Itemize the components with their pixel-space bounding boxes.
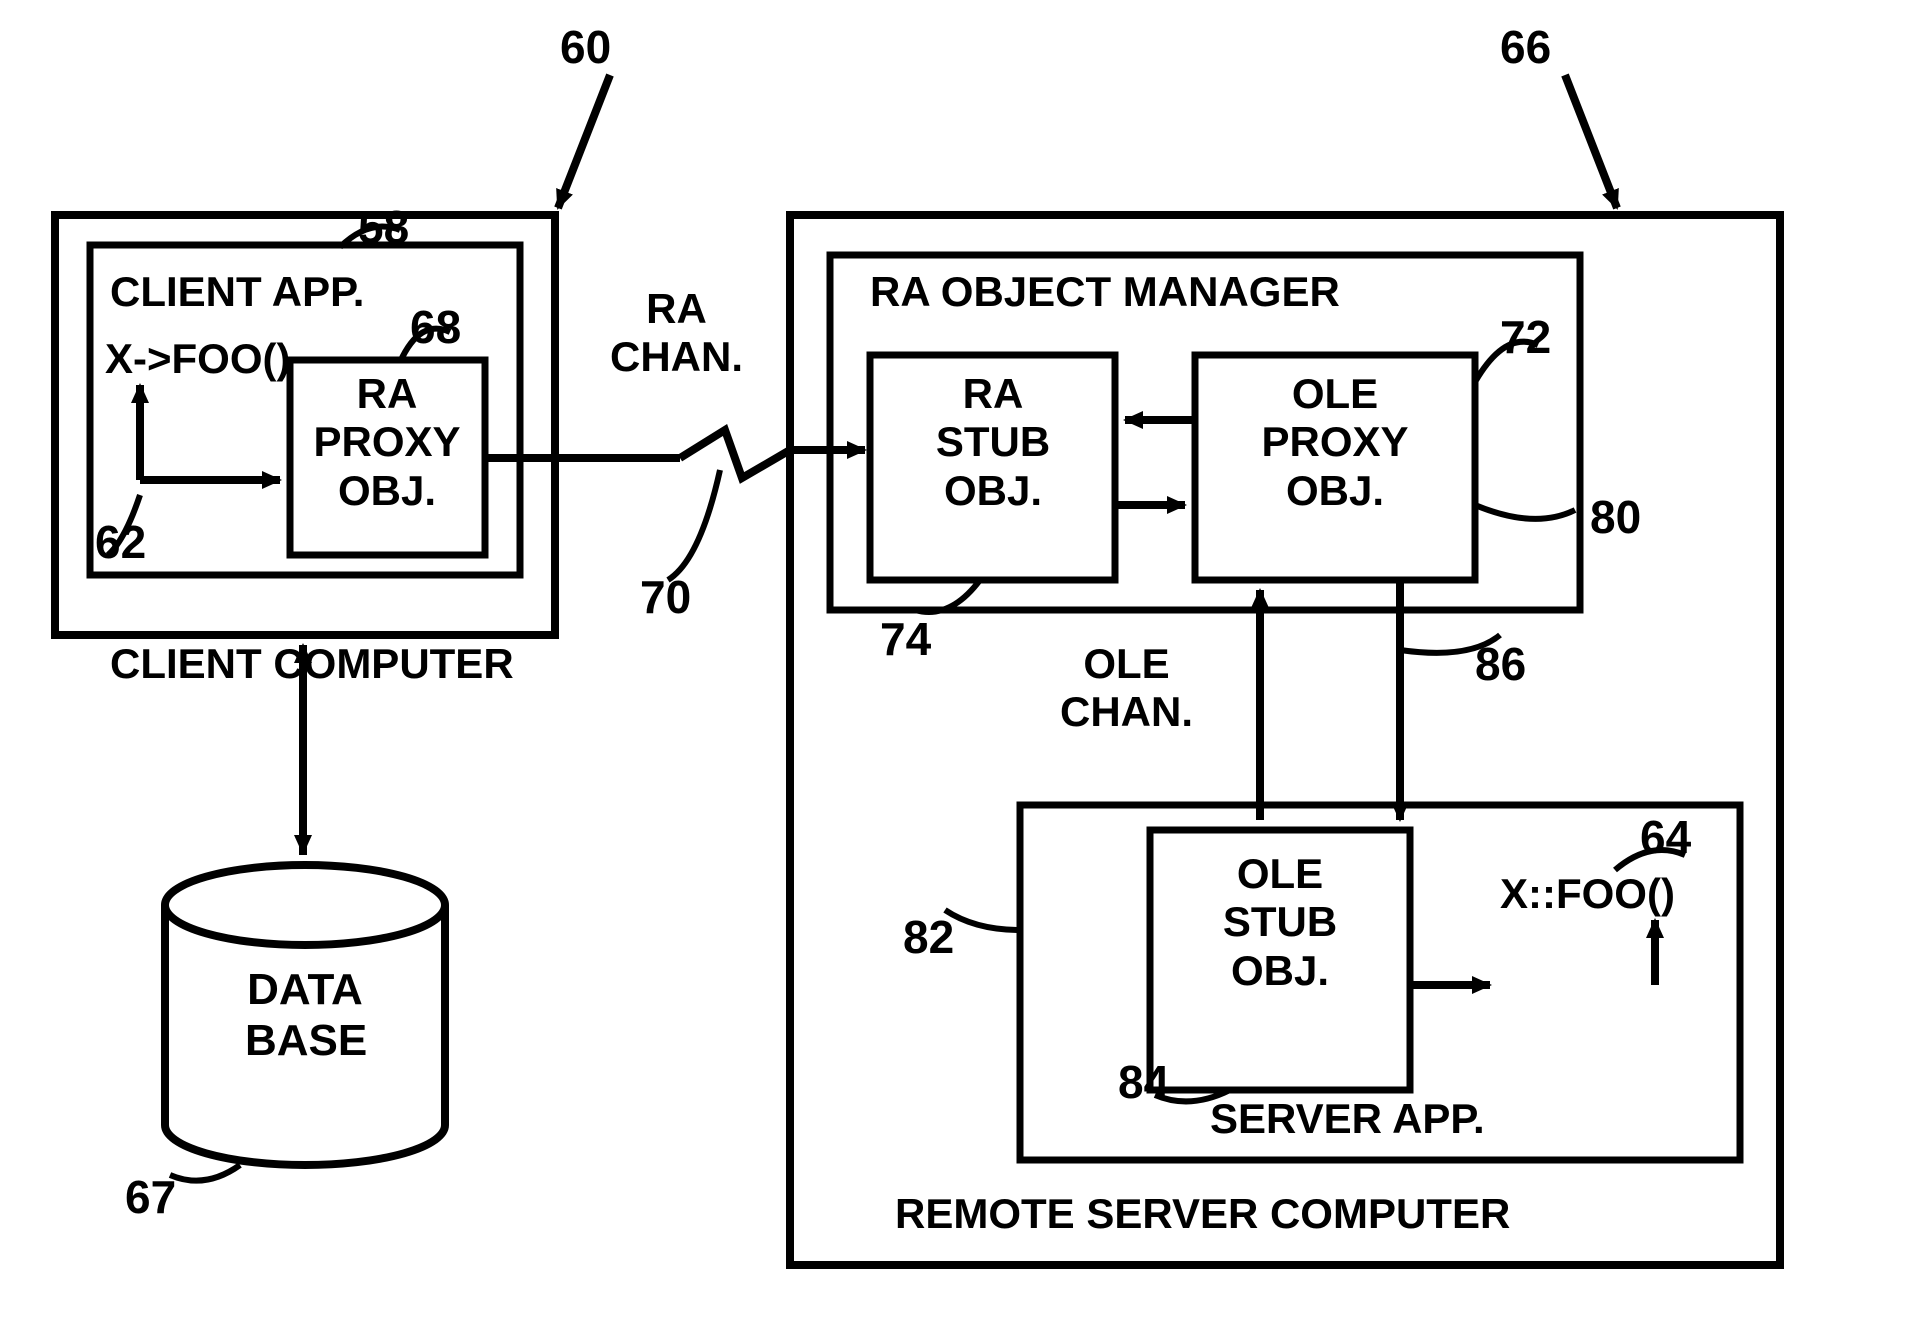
ref-84: 84 xyxy=(1118,1055,1169,1109)
ref-82: 82 xyxy=(903,910,954,964)
remote-server-label: REMOTE SERVER COMPUTER xyxy=(895,1190,1510,1238)
ref-86: 86 xyxy=(1475,637,1526,691)
ra-obj-manager-label: RA OBJECT MANAGER xyxy=(870,268,1340,316)
client-app-label: CLIENT APP. xyxy=(110,268,364,316)
x-foo-impl: X::FOO() xyxy=(1500,870,1675,918)
ref-68: 68 xyxy=(410,300,461,354)
ref-64: 64 xyxy=(1640,810,1691,864)
ref-67: 67 xyxy=(125,1170,176,1224)
ref-70: 70 xyxy=(640,570,691,624)
server-app-label: SERVER APP. xyxy=(1210,1095,1485,1143)
ole-chan-label: OLE CHAN. xyxy=(1060,640,1193,737)
database-label: DATA BASE xyxy=(245,965,365,1066)
diagram-root: CLIENT APP. CLIENT COMPUTER X->FOO() RA … xyxy=(0,0,1906,1335)
ref-80: 80 xyxy=(1590,490,1641,544)
ref-58: 58 xyxy=(358,200,409,254)
ref-62: 62 xyxy=(95,515,146,569)
ref-72: 72 xyxy=(1500,310,1551,364)
ra-stub-label: RA STUB OBJ. xyxy=(888,370,1098,515)
client-computer-label: CLIENT COMPUTER xyxy=(110,640,514,688)
ref-66: 66 xyxy=(1500,20,1551,74)
ra-proxy-label: RA PROXY OBJ. xyxy=(302,370,472,515)
ref-74: 74 xyxy=(880,612,931,666)
ra-chan-label: RA CHAN. xyxy=(610,285,743,382)
ref-60: 60 xyxy=(560,20,611,74)
x-foo-call: X->FOO() xyxy=(105,335,291,383)
ole-proxy-label: OLE PROXY OBJ. xyxy=(1215,370,1455,515)
ole-stub-label: OLE STUB OBJ. xyxy=(1175,850,1385,995)
